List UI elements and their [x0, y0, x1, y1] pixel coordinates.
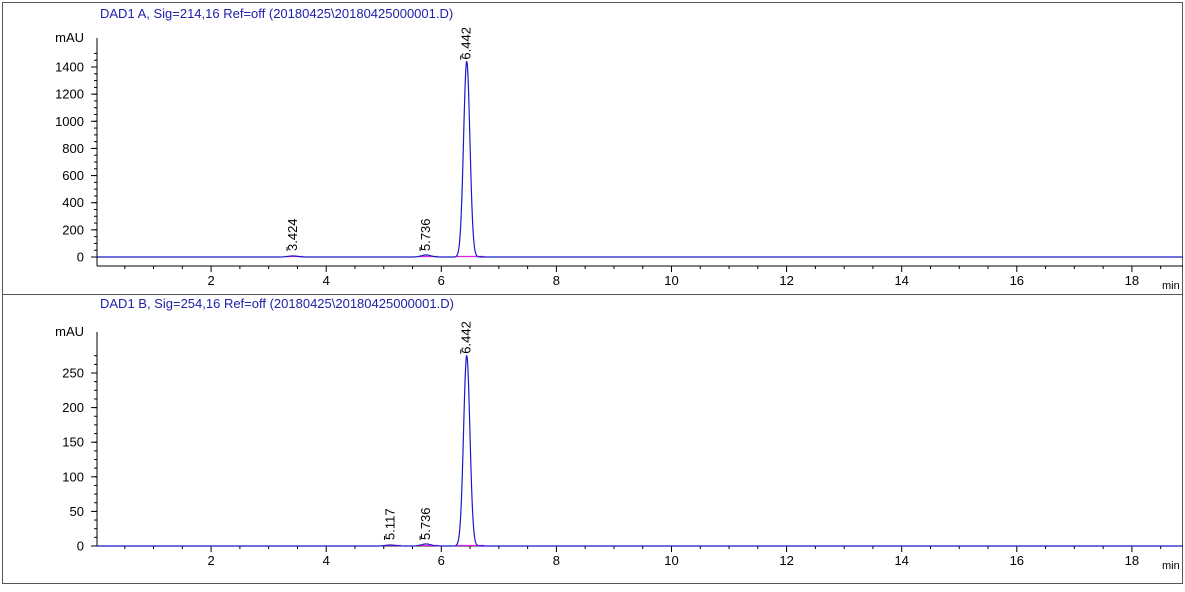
y-tick-label: 400 [62, 195, 84, 210]
chart-panel-a: DAD1 A, Sig=214,16 Ref=off (20180425\201… [55, 6, 1183, 292]
peak-label: 5.117 [382, 508, 397, 540]
x-tick-label: 18 [1125, 553, 1139, 568]
y-tick-label: 200 [62, 400, 84, 415]
chart-panel-b: DAD1 B, Sig=254,16 Ref=off (20180425\201… [55, 296, 1183, 572]
peak-label: 5.736 [418, 218, 433, 251]
y-tick-label: 50 [70, 504, 84, 519]
y-tick-label: 1000 [55, 114, 84, 129]
peak-label: 6.442 [459, 27, 474, 60]
x-tick-label: 10 [664, 553, 678, 568]
peak-label: 6.442 [459, 321, 474, 354]
y-tick-label: 100 [62, 469, 84, 484]
y-tick-label: 1200 [55, 87, 84, 102]
y-tick-label: 800 [62, 141, 84, 156]
chromatogram-chart: DAD1 A, Sig=214,16 Ref=off (20180425\201… [2, 2, 1183, 584]
y-axis-unit-label: mAU [55, 324, 84, 339]
x-tick-label: 14 [894, 553, 908, 568]
x-axis-unit-label: min [1162, 280, 1180, 292]
chromatogram-report: DAD1 A, Sig=214,16 Ref=off (20180425\201… [0, 0, 1185, 587]
x-tick-label: 2 [207, 273, 214, 288]
x-tick-label: 6 [438, 273, 445, 288]
x-tick-label: 4 [323, 553, 330, 568]
chart-title: DAD1 A, Sig=214,16 Ref=off (20180425\201… [100, 6, 453, 21]
x-tick-label: 18 [1125, 273, 1139, 288]
peak-label: 3.424 [285, 218, 300, 251]
x-tick-label: 12 [779, 273, 793, 288]
x-tick-label: 16 [1010, 553, 1024, 568]
signal-trace [97, 60, 1183, 258]
y-axis-unit-label: mAU [55, 30, 84, 45]
y-tick-label: 200 [62, 222, 84, 237]
x-tick-label: 8 [553, 553, 560, 568]
x-tick-label: 2 [207, 553, 214, 568]
y-tick-label: 1400 [55, 60, 84, 75]
x-tick-label: 12 [779, 553, 793, 568]
y-tick-label: 0 [77, 539, 84, 554]
x-tick-label: 6 [438, 553, 445, 568]
x-tick-label: 14 [894, 273, 908, 288]
peak-label: 5.736 [418, 507, 433, 540]
x-tick-label: 16 [1010, 273, 1024, 288]
y-tick-label: 250 [62, 366, 84, 381]
y-tick-label: 0 [77, 250, 84, 265]
x-axis-unit-label: min [1162, 560, 1180, 572]
x-tick-label: 4 [323, 273, 330, 288]
x-tick-label: 10 [664, 273, 678, 288]
y-tick-label: 600 [62, 168, 84, 183]
x-tick-label: 8 [553, 273, 560, 288]
report-frame [2, 2, 1183, 584]
chart-title: DAD1 B, Sig=254,16 Ref=off (20180425\201… [100, 296, 454, 311]
signal-trace [97, 354, 1183, 547]
y-tick-label: 150 [62, 435, 84, 450]
